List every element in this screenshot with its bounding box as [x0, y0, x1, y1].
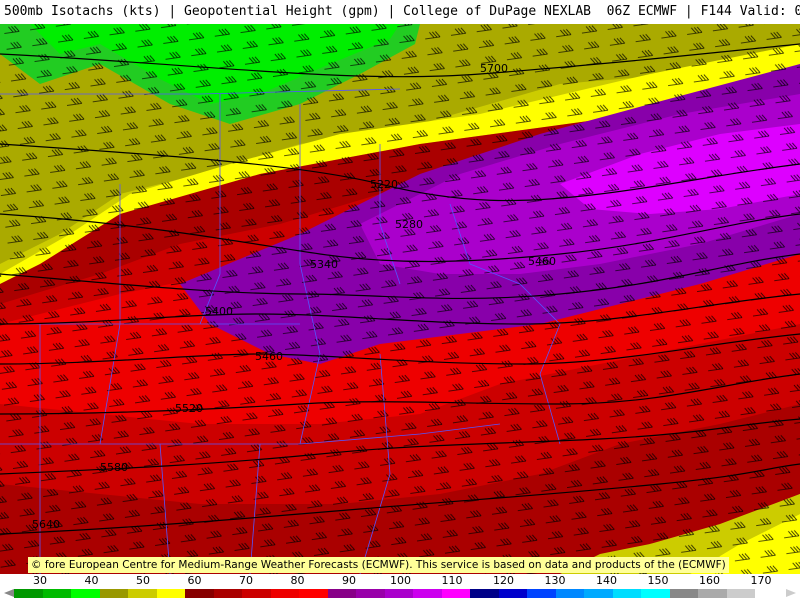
contour-label: 5700: [480, 62, 508, 75]
contour-label: 5520: [175, 402, 203, 415]
contour-label: 5280: [395, 218, 423, 231]
scale-tick-label: 40: [84, 574, 99, 587]
scale-swatch: [527, 589, 556, 598]
contour-label: 5400: [205, 305, 233, 318]
scale-swatch: [726, 589, 756, 598]
scale-swatch: [327, 589, 357, 598]
scale-tick-label: 80: [290, 574, 305, 587]
scale-tick-label: 130: [544, 574, 566, 587]
ecmwf-credit: © fore European Centre for Medium-Range …: [28, 557, 729, 573]
scale-swatch: [270, 589, 300, 598]
isotach-map: 5700 5220 5280 5340 5400 5460 5520 5580 …: [0, 24, 800, 574]
scale-swatch: [470, 589, 499, 598]
scale-tick-label: 160: [699, 574, 720, 587]
scale-swatch: [555, 589, 585, 598]
scale-swatch: [99, 589, 129, 598]
scale-swatch: [584, 589, 613, 598]
scale-tick-label: 60: [187, 574, 202, 587]
scale-tick-label: 110: [441, 574, 463, 587]
scale-swatch: [669, 589, 699, 598]
contour-label: 5460: [528, 255, 556, 268]
scale-right-arrow-icon: [786, 589, 796, 597]
scale-swatch: [498, 589, 528, 598]
scale-swatch: [441, 589, 471, 598]
scale-swatch: [356, 589, 385, 598]
color-scale: 30 40 50 60 70 80 90 100 110 120 130 140 150 160 170: [0, 574, 800, 600]
scale-left-arrow-icon: [4, 589, 14, 597]
scale-tick-label: 90: [342, 574, 356, 587]
scale-swatch: [242, 589, 271, 598]
scale-tick-label: 120: [493, 574, 514, 587]
scale-tick-label: 100: [390, 574, 411, 587]
scale-swatch: [185, 589, 214, 598]
scale-swatch: [641, 589, 670, 598]
scale-swatch: [413, 589, 442, 598]
map-viewer: 500mb Isotachs (kts) | Geopotential Heig…: [0, 0, 800, 600]
scale-swatch: [71, 589, 100, 598]
scale-tick-label: 70: [239, 574, 253, 587]
contour-label: 5640: [32, 518, 60, 531]
contour-label: 5580: [100, 461, 128, 474]
scale-swatch: [612, 589, 642, 598]
contour-label: 5340: [310, 258, 338, 271]
scale-tick-label: 140: [596, 574, 617, 587]
scale-swatch: [755, 589, 784, 598]
scale-swatch: [128, 589, 157, 598]
scale-colorbar: [14, 589, 784, 598]
contour-label: 5460: [255, 350, 283, 363]
scale-tick-label: 50: [136, 574, 150, 587]
contour-label: 5220: [370, 178, 398, 191]
scale-swatch: [42, 589, 72, 598]
scale-tick-label: 150: [647, 574, 669, 587]
scale-swatch: [299, 589, 328, 598]
scale-swatch: [14, 589, 43, 598]
scale-tick-label: 30: [33, 574, 47, 587]
scale-swatch: [156, 589, 186, 598]
scale-swatch: [384, 589, 414, 598]
scale-swatch: [698, 589, 727, 598]
scale-tick-label: 170: [750, 574, 772, 587]
scale-swatch: [213, 589, 243, 598]
map-title: 500mb Isotachs (kts) | Geopotential Heig…: [0, 0, 800, 24]
